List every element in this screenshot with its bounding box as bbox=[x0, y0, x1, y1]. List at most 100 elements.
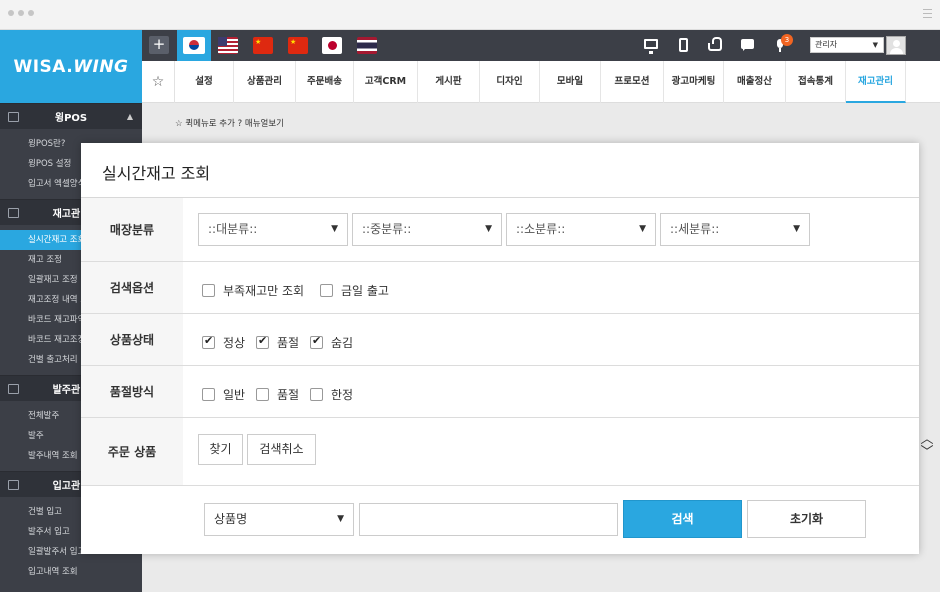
row-label: 검색옵션 bbox=[81, 262, 183, 313]
row-label: 주문 상품 bbox=[81, 418, 183, 485]
flag-thailand-icon[interactable] bbox=[357, 37, 377, 54]
main-menu: ☆ 설정 상품관리 주문배송 고객CRM 게시판 디자인 모바일 프로모션 광고… bbox=[142, 61, 940, 103]
flag-china-icon[interactable] bbox=[253, 37, 273, 54]
menu-item-board[interactable]: 게시판 bbox=[418, 61, 480, 103]
star-icon[interactable]: ☆ bbox=[142, 61, 175, 103]
checkbox-label: 품절 bbox=[277, 336, 300, 350]
chevron-down-icon: ▼ bbox=[337, 514, 344, 524]
checkbox-box[interactable] bbox=[202, 284, 215, 297]
checkbox-box[interactable] bbox=[320, 284, 333, 297]
logo-text-b: WING bbox=[73, 56, 129, 77]
scroll-arrows[interactable]: ︿ ﹀ bbox=[918, 433, 936, 463]
reset-button[interactable]: 초기화 bbox=[747, 500, 866, 538]
menu-item-crm[interactable]: 고객CRM bbox=[354, 61, 418, 103]
category-small-select[interactable]: ::소분류:: ▼ bbox=[506, 213, 656, 246]
menu-item-sales[interactable]: 매출정산 bbox=[724, 61, 786, 103]
notification-badge: 3 bbox=[781, 34, 793, 46]
select-value: ::대분류:: bbox=[208, 222, 258, 236]
menu-item-stats[interactable]: 접속통계 bbox=[786, 61, 846, 103]
modal-title: 실시간재고 조회 bbox=[102, 164, 211, 183]
category-detail-select[interactable]: ::세분류:: ▼ bbox=[660, 213, 810, 246]
star-outline-icon[interactable]: ☆ bbox=[175, 119, 183, 129]
status-hidden-checkbox[interactable]: 숨김 bbox=[310, 334, 353, 351]
row-order-product: 주문 상품 찾기 검색취소 bbox=[81, 418, 919, 486]
flag-japan-icon[interactable] bbox=[322, 37, 342, 54]
flag-korea-icon[interactable] bbox=[177, 30, 211, 61]
manual-link[interactable]: 매뉴얼보기 bbox=[245, 119, 284, 129]
checkbox-box[interactable] bbox=[202, 388, 215, 401]
chevron-down-icon[interactable]: ﹀ bbox=[918, 446, 936, 459]
monitor-icon[interactable] bbox=[644, 39, 658, 54]
select-value: ::소분류:: bbox=[516, 222, 566, 236]
menu-item-promotion[interactable]: 프로모션 bbox=[601, 61, 664, 103]
checkbox-box[interactable] bbox=[256, 334, 269, 349]
inventory-search-modal: 실시간재고 조회 매장분류 ::대분류:: ▼ ::중분류:: ▼ ::소분류:: ▼… bbox=[81, 143, 919, 554]
menu-item-settings[interactable]: 설정 bbox=[175, 61, 234, 103]
checkbox-box[interactable] bbox=[310, 388, 323, 401]
search-button[interactable]: 검색 bbox=[623, 500, 742, 538]
status-soldout-checkbox[interactable]: 품절 bbox=[256, 334, 299, 351]
top-bar: + 3 관리자 ▼ bbox=[142, 30, 940, 61]
flag-usa-icon[interactable] bbox=[218, 37, 238, 54]
chat-icon[interactable] bbox=[741, 39, 754, 51]
low-stock-checkbox[interactable]: 부족재고만 조회 bbox=[202, 282, 304, 299]
mobile-icon[interactable] bbox=[679, 38, 688, 52]
browser-chrome bbox=[0, 0, 940, 30]
checkbox-label: 한정 bbox=[331, 388, 354, 402]
checkbox-label: 일반 bbox=[223, 388, 246, 402]
menu-item-marketing[interactable]: 광고마케팅 bbox=[664, 61, 724, 103]
checkbox-box[interactable] bbox=[310, 334, 323, 349]
chevron-down-icon: ▼ bbox=[872, 41, 878, 49]
select-value: 상품명 bbox=[214, 512, 248, 526]
search-bar: 상품명 ▼ 검색 초기화 bbox=[81, 486, 919, 554]
admin-select[interactable]: 관리자 ▼ bbox=[810, 37, 884, 53]
add-button[interactable]: + bbox=[149, 36, 169, 54]
sidebar-section-wingpos[interactable]: 윙POS ▲ bbox=[0, 103, 142, 129]
add-quick-menu-link[interactable]: 퀵메뉴로 추가 bbox=[185, 119, 235, 129]
method-general-checkbox[interactable]: 일반 bbox=[202, 386, 245, 403]
sidebar-item[interactable]: 입고내역 조회 bbox=[0, 562, 142, 582]
checkbox-label: 품절 bbox=[277, 388, 300, 402]
quick-menu-line: ☆ 퀵메뉴로 추가 ? 매뉴얼보기 bbox=[175, 117, 284, 129]
today-shipment-checkbox[interactable]: 금일 출고 bbox=[320, 282, 389, 299]
menu-item-products[interactable]: 상품관리 bbox=[234, 61, 296, 103]
row-label: 품절방식 bbox=[81, 366, 183, 417]
status-normal-checkbox[interactable]: 정상 bbox=[202, 334, 245, 351]
hamburger-icon[interactable] bbox=[923, 9, 932, 21]
select-value: ::중분류:: bbox=[362, 222, 412, 236]
menu-item-design[interactable]: 디자인 bbox=[480, 61, 540, 103]
checkbox-box[interactable] bbox=[256, 388, 269, 401]
category-large-select[interactable]: ::대분류:: ▼ bbox=[198, 213, 348, 246]
cancel-search-button[interactable]: 검색취소 bbox=[247, 434, 316, 465]
menu-item-orders[interactable]: 주문배송 bbox=[296, 61, 354, 103]
window-dots bbox=[8, 10, 34, 16]
chevron-down-icon: ▼ bbox=[485, 224, 492, 234]
flag-china-traditional-icon[interactable] bbox=[288, 37, 308, 54]
logo-text-a: WISA. bbox=[13, 56, 74, 77]
method-soldout-checkbox[interactable]: 품절 bbox=[256, 386, 299, 403]
menu-item-mobile[interactable]: 모바일 bbox=[540, 61, 601, 103]
row-soldout-method: 품절방식 일반 품절 한정 bbox=[81, 366, 919, 418]
help-icon: ? bbox=[237, 119, 243, 129]
checkbox-label: 정상 bbox=[223, 336, 246, 350]
method-limited-checkbox[interactable]: 한정 bbox=[310, 386, 353, 403]
category-medium-select[interactable]: ::중분류:: ▼ bbox=[352, 213, 502, 246]
chevron-down-icon: ▼ bbox=[639, 224, 646, 234]
logo[interactable]: WISA. WING bbox=[0, 30, 142, 103]
checkbox-label: 부족재고만 조회 bbox=[223, 284, 305, 298]
find-button[interactable]: 찾기 bbox=[198, 434, 243, 465]
caret-up-icon: ▲ bbox=[126, 112, 133, 121]
sidebar-section-title: 윙POS bbox=[54, 113, 88, 124]
checkbox-label: 금일 출고 bbox=[341, 284, 389, 298]
row-product-status: 상품상태 정상 품절 숨김 bbox=[81, 314, 919, 366]
chevron-down-icon: ▼ bbox=[331, 224, 338, 234]
row-label: 매장분류 bbox=[81, 198, 183, 261]
menu-item-inventory[interactable]: 재고관리 bbox=[846, 61, 906, 103]
admin-select-value: 관리자 bbox=[815, 40, 838, 49]
checkbox-box[interactable] bbox=[202, 334, 215, 349]
search-field-select[interactable]: 상품명 ▼ bbox=[204, 503, 354, 536]
basket-icon[interactable] bbox=[708, 37, 722, 51]
search-input[interactable] bbox=[359, 503, 618, 536]
avatar[interactable] bbox=[886, 36, 906, 55]
row-category: 매장분류 ::대분류:: ▼ ::중분류:: ▼ ::소분류:: ▼ ::세분류:: ▼ bbox=[81, 198, 919, 262]
